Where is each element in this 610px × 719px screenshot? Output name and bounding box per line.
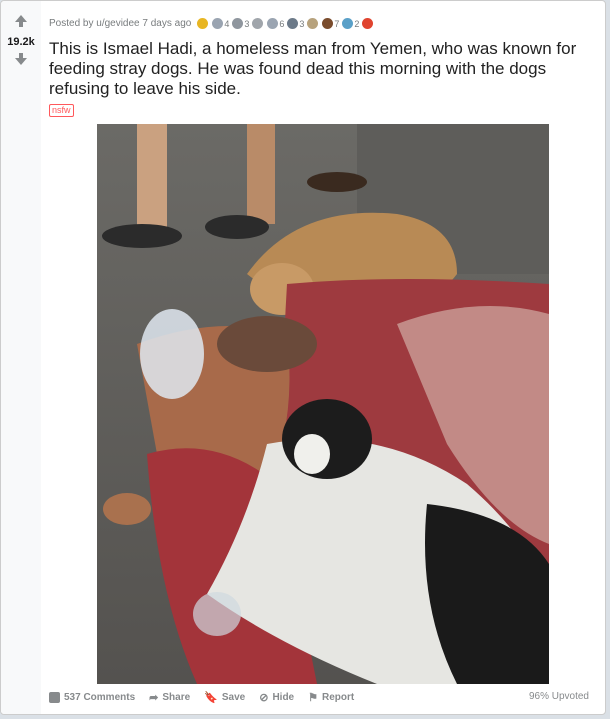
post-image[interactable] — [97, 124, 549, 684]
award-item[interactable]: 7 — [322, 18, 339, 29]
award-count: 6 — [279, 18, 285, 29]
post-title[interactable]: This is Ismael Hadi, a homeless man from… — [49, 39, 589, 99]
bookmark-icon: 🔖 — [204, 692, 218, 704]
hugz-award-icon — [267, 18, 279, 29]
award-count: 2 — [354, 18, 360, 29]
rocket-award-icon — [362, 18, 374, 29]
wholesome-award-icon — [232, 18, 244, 29]
award-count: 3 — [244, 18, 250, 29]
heartwarming-award-icon — [342, 18, 354, 29]
award-item[interactable] — [197, 18, 209, 29]
awards-row[interactable]: 4 3 6 3 7 2 — [197, 18, 377, 29]
award-item[interactable]: 3 — [287, 18, 304, 29]
silver-award-icon — [252, 18, 264, 29]
party-award-icon — [307, 18, 319, 29]
award-item[interactable] — [362, 18, 374, 29]
post-meta-text[interactable]: Posted by u/gevidee 7 days ago — [49, 18, 191, 29]
upvote-ratio: 96% Upvoted — [528, 691, 589, 702]
award-item[interactable]: 3 — [232, 18, 249, 29]
report-button[interactable]: ⚑ Report — [308, 691, 354, 704]
flag-icon: ⚑ — [308, 692, 318, 704]
nsfw-badge: nsfw — [49, 104, 74, 117]
hide-button[interactable]: ⊘ Hide — [259, 691, 294, 704]
vote-column: 19.2k — [1, 1, 41, 714]
award-count: 3 — [299, 18, 305, 29]
award-count: 4 — [224, 18, 230, 29]
post-image-placeholder — [97, 124, 549, 684]
comments-button[interactable]: 537 Comments — [49, 692, 135, 703]
award-item[interactable] — [252, 18, 264, 29]
share-icon: ➦ — [149, 692, 159, 704]
downvote-arrow-icon[interactable] — [15, 53, 27, 65]
bear-award-icon — [322, 18, 334, 29]
comment-icon — [49, 692, 60, 703]
award-item[interactable]: 4 — [212, 18, 229, 29]
gold-award-icon — [197, 18, 209, 29]
award-item[interactable]: 2 — [342, 18, 359, 29]
share-button[interactable]: ➦ Share — [149, 691, 190, 704]
upvote-arrow-icon[interactable] — [15, 15, 27, 27]
post-footer: 537 Comments ➦ Share 🔖 Save ⊘ Hide ⚑ Rep… — [49, 691, 368, 704]
post-card[interactable]: 19.2k Posted by u/gevidee 7 days ago 4 3 6… — [0, 0, 606, 715]
award-count: 7 — [334, 18, 340, 29]
save-button[interactable]: 🔖 Save — [204, 691, 245, 704]
vote-score: 19.2k — [7, 36, 35, 48]
award-item[interactable] — [307, 18, 319, 29]
post-meta: Posted by u/gevidee 7 days ago 4 3 6 3 7 2 — [49, 18, 377, 29]
dollar-award-icon — [287, 18, 299, 29]
hide-icon: ⊘ — [259, 692, 269, 704]
helpful-award-icon — [212, 18, 224, 29]
award-item[interactable]: 6 — [267, 18, 284, 29]
